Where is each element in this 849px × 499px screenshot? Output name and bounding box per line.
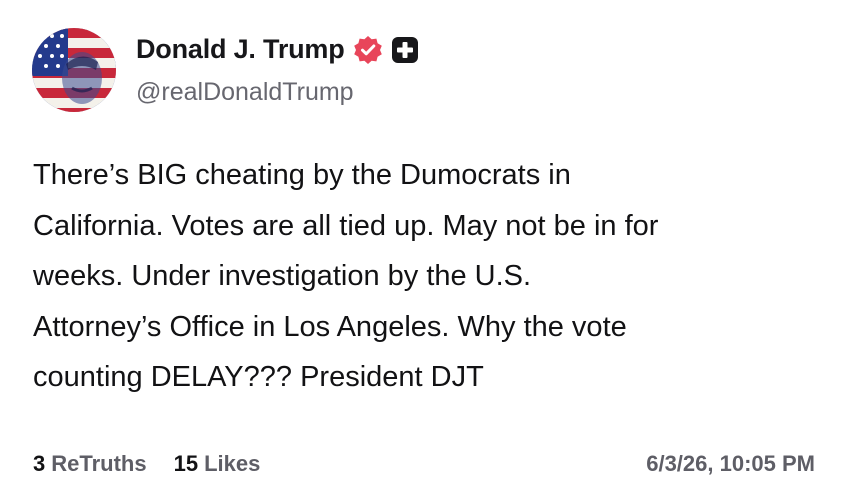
retruths-count: 3 (33, 451, 46, 476)
author-handle[interactable]: @realDonaldTrump (136, 78, 354, 107)
avatar-image (32, 28, 116, 112)
avatar[interactable] (32, 28, 116, 112)
retruths-label: ReTruths (51, 451, 147, 476)
author-display-name[interactable]: Donald J. Trump (136, 34, 345, 65)
likes-stat[interactable]: 15 Likes (174, 451, 261, 477)
post-timestamp[interactable]: 6/3/26, 10:05 PM (646, 451, 815, 477)
plus-badge-icon (391, 36, 419, 64)
author-row: Donald J. Trump (136, 34, 419, 65)
post-text: There’s BIG cheating by the Dumocrats in… (33, 159, 659, 393)
likes-count: 15 (173, 451, 199, 476)
verified-badge-icon (353, 35, 383, 65)
likes-label: Likes (204, 451, 261, 476)
post-stats: 3 ReTruths 15 Likes (33, 451, 287, 477)
retruths-stat[interactable]: 3 ReTruths (33, 451, 147, 477)
